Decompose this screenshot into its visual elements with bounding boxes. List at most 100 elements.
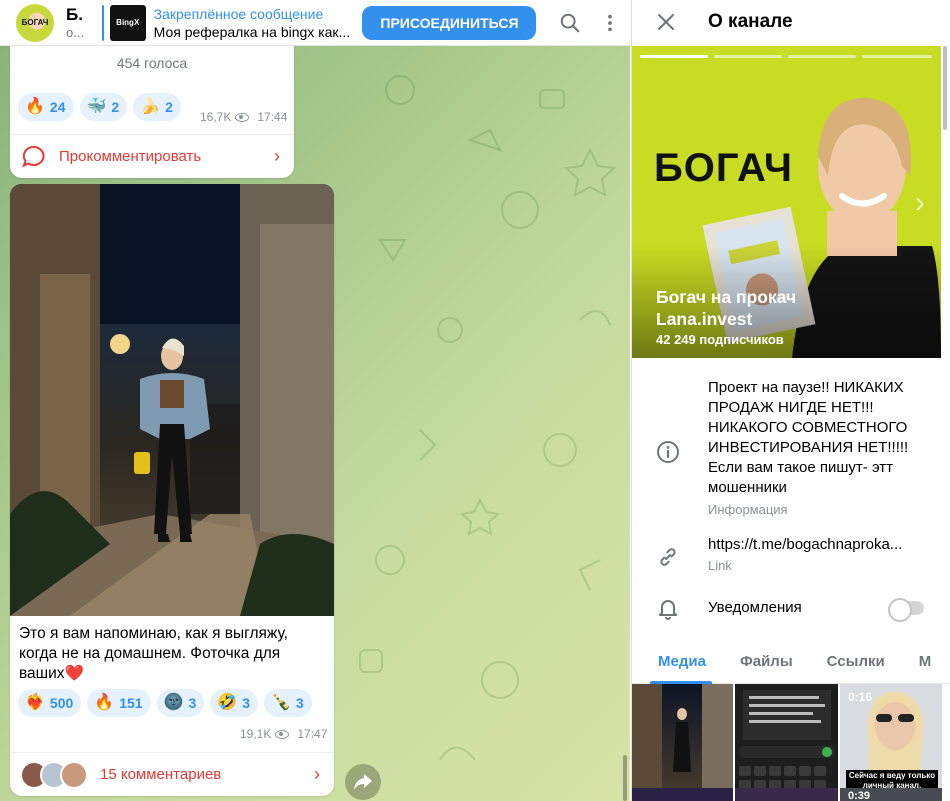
whale-icon: 🐳	[86, 98, 107, 115]
tab-more[interactable]: М	[919, 653, 932, 670]
message-poll: 454 голоса 🔥 24 🐳 2 🍌 2 16,7K 17:44 Прокомм…	[10, 40, 294, 178]
pinned-text: Моя рефералка на bingx как...	[153, 23, 351, 40]
eye-icon	[235, 112, 250, 122]
tab-files[interactable]: Файлы	[740, 653, 793, 670]
reaction-count: 24	[49, 99, 66, 115]
avatar	[60, 760, 88, 789]
comment-icon	[22, 145, 45, 167]
banner-word: БОГАЧ	[654, 146, 793, 190]
media-tile[interactable]	[735, 788, 838, 801]
search-icon[interactable]	[550, 3, 590, 43]
chevron-right-icon[interactable]: ›	[915, 186, 925, 220]
message-time: 17:47	[297, 727, 328, 741]
banana-icon: 🍌	[140, 98, 161, 115]
message-meta: 16,7K 17:44	[200, 110, 287, 124]
comments-button[interactable]: 15 комментариев ›	[10, 752, 334, 796]
tile-duration: 0:39	[848, 790, 871, 801]
pinned-thumbnail[interactable]: BingX	[109, 4, 146, 41]
media-tile[interactable]	[632, 788, 733, 801]
post-photo[interactable]	[10, 184, 334, 616]
reactions-row: 🔥 24 🐳 2 🍌 2	[18, 93, 181, 121]
pin-indicator	[101, 4, 104, 41]
media-tile[interactable]: 0:16 Сейчас я веду только личный канал. …	[840, 684, 942, 801]
link-icon	[656, 545, 680, 569]
link-caption: Link	[708, 558, 732, 573]
channel-link: https://t.me/bogachnaproka...	[708, 536, 903, 553]
chat-area: БОГАЧ Б. о... BingX Закреплённое сообщен…	[0, 0, 630, 801]
reaction-champagne[interactable]: 🍾 3	[264, 689, 312, 717]
description-row[interactable]: Проект на паузе!! НИКАКИХ ПРОДАЖ НИГДЕ Н…	[632, 378, 941, 523]
champagne-icon: 🍾	[271, 694, 291, 711]
info-header: О канале	[632, 0, 950, 44]
reaction-heart-fire[interactable]: ❤️‍🔥 500	[18, 689, 82, 717]
bell-icon	[656, 596, 680, 620]
reaction-laugh[interactable]: 🤣 3	[210, 689, 258, 717]
photo-scene	[10, 184, 334, 616]
media-tile[interactable]: 0:39	[840, 788, 942, 801]
pinned-label: Закреплённое сообщение	[153, 5, 324, 22]
description-caption: Информация	[708, 502, 788, 517]
message-photo: Это я вам напоминаю, как я выгляжу, когд…	[10, 184, 334, 796]
media-tabs: Медиа Файлы Ссылки М	[632, 640, 950, 684]
reaction-count: 3	[295, 695, 304, 711]
notifications-toggle[interactable]	[888, 598, 924, 622]
message-meta: 19,1K 17:47	[240, 727, 327, 741]
reaction-moon[interactable]: 🌚 3	[156, 689, 205, 717]
post-text: Это я вам напоминаю, как я выгляжу, когд…	[19, 625, 288, 682]
more-menu-icon[interactable]	[590, 3, 630, 43]
reaction-banana[interactable]: 🍌 2	[133, 93, 181, 121]
info-icon	[656, 440, 680, 464]
reaction-count: 3	[242, 695, 250, 711]
chevron-right-icon: ›	[314, 764, 320, 784]
reaction-count: 2	[165, 99, 173, 115]
info-title: О канале	[708, 11, 793, 32]
heart-fire-icon: ❤️‍🔥	[25, 694, 45, 711]
tab-links[interactable]: Ссылки	[827, 653, 885, 670]
moon-face-icon: 🌚	[163, 694, 184, 711]
media-tile[interactable]	[632, 684, 733, 801]
avatar-text: БОГАЧ	[21, 18, 49, 27]
notifications-row[interactable]: Уведомления	[632, 593, 941, 623]
channel-name: Богач на прокач Lana.invest	[656, 287, 797, 329]
views-count: 19,1K	[240, 727, 272, 741]
reaction-count: 3	[188, 695, 197, 711]
reaction-count: 151	[119, 695, 143, 711]
tile-thumbnail	[739, 690, 835, 790]
eye-icon	[275, 729, 290, 739]
reaction-count: 2	[111, 99, 120, 115]
poll-votes: 454 голоса	[116, 55, 188, 71]
channel-title: Б.	[66, 5, 83, 24]
views-count: 16,7K	[200, 110, 232, 124]
commenter-avatars	[20, 760, 88, 789]
reaction-count: 500	[49, 695, 74, 711]
subscriber-count: 42 249 подписчиков	[656, 332, 784, 347]
channel-avatar[interactable]: БОГАЧ	[16, 3, 54, 42]
join-button[interactable]: ПРИСОЕДИНИТЬСЯ	[362, 5, 537, 40]
reaction-fire[interactable]: 🔥 151	[87, 689, 151, 717]
channel-banner[interactable]: БОГАЧ Богач на прокач Lana.invest 42 249…	[632, 46, 941, 358]
tile-duration: 0:16	[848, 690, 873, 704]
close-icon[interactable]	[646, 2, 686, 42]
channel-subtitle: о...	[66, 25, 85, 40]
tab-media[interactable]: Медиа	[658, 653, 706, 670]
share-button[interactable]	[345, 764, 381, 800]
link-row[interactable]: https://t.me/bogachnaproka... Link	[632, 535, 941, 579]
tile-thumbnail	[632, 684, 733, 801]
media-tile[interactable]	[735, 684, 838, 801]
comment-label: Прокомментировать	[59, 148, 202, 165]
channel-title-block[interactable]: Б. о...	[66, 5, 92, 40]
channel-info-panel: О канале БОГАЧ Богач на прокач Lana.inve…	[631, 0, 950, 801]
chat-header: БОГАЧ Б. о... BingX Закреплённое сообщен…	[0, 0, 630, 46]
reaction-fire[interactable]: 🔥 24	[18, 93, 74, 121]
pinned-message[interactable]: Закреплённое сообщение Моя рефералка на …	[154, 6, 353, 40]
chat-scrollbar[interactable]	[623, 755, 627, 801]
share-icon	[354, 774, 372, 790]
chevron-right-icon: ›	[274, 146, 280, 166]
info-scrollbar[interactable]	[943, 46, 947, 130]
laughing-icon: 🤣	[217, 694, 238, 711]
fire-icon: 🔥	[25, 98, 45, 115]
pinned-thumbnail-text: BingX	[116, 18, 140, 27]
comments-label: 15 комментариев	[100, 766, 222, 783]
comment-button[interactable]: Прокомментировать ›	[10, 134, 294, 178]
reaction-whale[interactable]: 🐳 2	[79, 93, 128, 121]
